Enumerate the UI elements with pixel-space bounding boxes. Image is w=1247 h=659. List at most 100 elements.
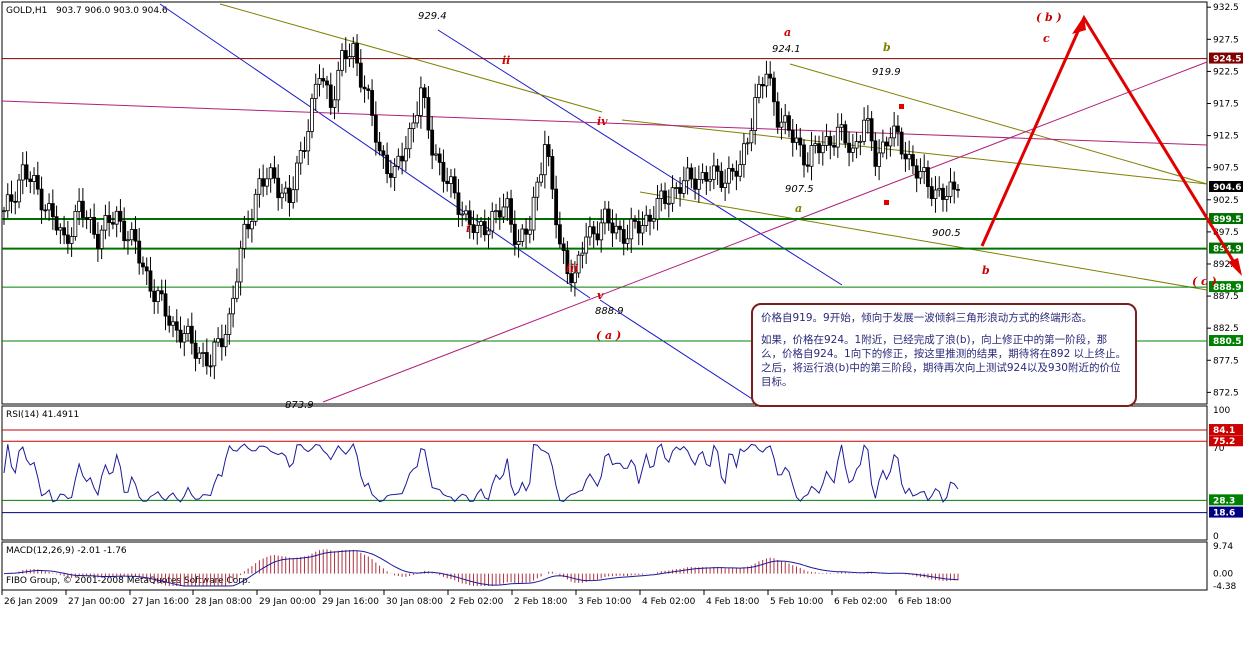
candle-body	[805, 164, 810, 167]
price-label-907: 907.5	[785, 184, 814, 195]
candle-body	[317, 78, 322, 85]
candle-body	[625, 238, 630, 244]
time-tick-label: 4 Feb 18:00	[706, 597, 760, 607]
candle-body	[204, 352, 209, 367]
candle-body	[249, 220, 254, 230]
candle-body	[62, 227, 66, 236]
candle-body	[298, 150, 303, 164]
macd-tick-label: 9.74	[1213, 542, 1233, 552]
candle-body	[497, 210, 502, 218]
candle-body	[434, 153, 438, 156]
price-tick-label: 907.5	[1213, 164, 1239, 174]
candle-body	[877, 152, 882, 167]
candle-body	[343, 50, 348, 60]
candle-body	[775, 101, 780, 128]
candle-body	[757, 84, 761, 98]
candle-body	[952, 181, 957, 190]
candle-body	[167, 315, 172, 326]
candle-body	[704, 172, 709, 182]
candle-body	[535, 181, 540, 198]
candle-body	[385, 154, 390, 174]
candle-body	[261, 178, 266, 187]
candle-body	[580, 252, 585, 256]
candle-body	[208, 365, 213, 368]
candle-body	[310, 98, 314, 132]
candle-body	[325, 80, 329, 86]
candle-body	[419, 87, 423, 116]
price-tick-label: 927.5	[1213, 35, 1239, 45]
candle-body	[749, 130, 754, 144]
candle-body	[633, 218, 637, 222]
candle-body	[584, 236, 589, 254]
candle-body	[546, 144, 551, 157]
wave-label-a: a	[784, 26, 791, 39]
candle-body	[685, 167, 690, 182]
price-tick-label: 877.5	[1213, 356, 1239, 366]
price-label-924: 924.1	[772, 44, 801, 55]
candle-body	[873, 140, 878, 167]
candle-body	[332, 99, 337, 108]
candle-body	[794, 137, 799, 143]
note-paragraph-1: 价格自919。9开始，倾向于发展一波倾斜三角形浪动方式的终端形态。	[761, 312, 1093, 324]
candle-body	[103, 215, 108, 231]
candle-body	[28, 178, 33, 182]
candle-body	[839, 124, 844, 128]
candle-body	[941, 187, 945, 200]
candle-body	[73, 211, 78, 237]
candle-body	[689, 167, 694, 180]
wave-label-b-paren: ( b )	[1036, 11, 1062, 24]
candle-body	[723, 182, 728, 188]
price-label-919: 919.9	[872, 67, 901, 78]
candle-body	[603, 208, 607, 224]
candle-body	[471, 224, 476, 233]
candle-body	[907, 154, 912, 160]
wave-label-b-lower: b	[982, 264, 990, 277]
candle-body	[268, 167, 273, 180]
candle-body	[295, 162, 299, 191]
rsi-level-value: 75.2	[1213, 437, 1235, 447]
time-tick-label: 29 Jan 16:00	[322, 597, 379, 607]
price-tick-label: 932.5	[1213, 3, 1239, 13]
candle-body	[588, 226, 592, 238]
candle-body	[520, 228, 525, 242]
candle-body	[914, 165, 919, 179]
candle-body	[340, 50, 344, 71]
candle-body	[69, 236, 74, 244]
candle-body	[441, 161, 446, 182]
price-label-888: 888.9	[595, 306, 624, 317]
candle-body	[681, 180, 686, 194]
candle-body	[828, 136, 833, 146]
candle-body	[809, 145, 814, 167]
candle-body	[644, 214, 649, 226]
candle-body	[674, 187, 679, 189]
candle-body	[403, 148, 408, 162]
candle-body	[280, 192, 284, 199]
candle-body	[516, 241, 521, 245]
candle-body	[392, 165, 397, 178]
candle-body	[734, 170, 739, 177]
candle-body	[475, 224, 480, 233]
time-tick-label: 30 Jan 08:00	[386, 597, 443, 607]
candle-body	[291, 189, 296, 203]
last-price-value: 904.6	[1213, 183, 1241, 193]
candle-body	[956, 188, 960, 191]
candle-body	[636, 221, 641, 234]
rsi-level-value: 18.6	[1213, 509, 1235, 519]
candle-body	[17, 179, 21, 203]
candle-body	[126, 239, 130, 242]
candle-body	[328, 84, 333, 108]
candle-body	[670, 187, 675, 204]
candle-body	[171, 321, 175, 326]
candle-body	[65, 234, 70, 244]
candle-body	[5, 194, 10, 212]
level-value: 899.5	[1213, 215, 1241, 225]
candle-body	[501, 206, 506, 218]
candle-body	[452, 176, 457, 194]
candle-body	[47, 203, 51, 211]
candle-body	[813, 143, 818, 146]
candle-body	[460, 213, 465, 216]
candle-body	[137, 240, 142, 264]
candle-body	[490, 211, 495, 232]
candle-body	[464, 210, 468, 215]
candle-body	[648, 214, 652, 222]
